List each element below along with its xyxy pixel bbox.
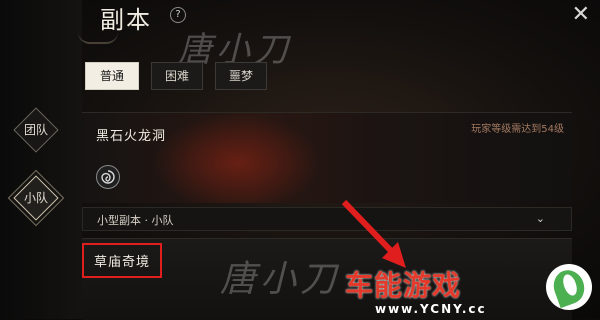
watermark-bottom: 唐小刀 (220, 259, 341, 300)
leaf-logo-icon (546, 264, 592, 310)
dungeon-card-blackrock[interactable]: 黑石火龙洞 玩家等级需达到54级 (82, 112, 572, 203)
side-tab-team[interactable]: 团队 (13, 107, 59, 153)
help-icon[interactable]: ? (170, 7, 186, 23)
dungeon-name: 黑石火龙洞 (96, 129, 167, 144)
close-icon[interactable]: ✕ (572, 2, 590, 27)
cloud-ornament (78, 32, 118, 44)
dungeon-name-highlighted: 草庙奇境 (82, 243, 163, 278)
side-tab-label: 团队 (23, 123, 48, 137)
tab-nightmare[interactable]: 噩梦 (215, 62, 267, 90)
side-tab-party[interactable]: 小队 (13, 175, 59, 221)
side-tab-label: 小队 (23, 191, 48, 205)
dropdown-label: 小型副本 · 小队 (97, 214, 174, 227)
dragon-artwork (152, 113, 322, 203)
tab-normal[interactable]: 普通 (85, 62, 139, 90)
logo-url: www.YCNY.cc (375, 302, 487, 316)
boss-spiral-icon (96, 165, 120, 189)
level-requirement: 玩家等级需达到54级 (471, 124, 564, 135)
logo-brand-text: 车能游戏 (345, 269, 462, 302)
chevron-down-icon: ⌄ (535, 212, 545, 225)
difficulty-tabs: 普通 困难 噩梦 (85, 62, 267, 90)
site-logo: 车能游戏 www.YCNY.cc (345, 258, 600, 319)
tab-hard[interactable]: 困难 (151, 62, 203, 90)
page-title: 副本 (100, 6, 152, 34)
left-sidebar (0, 0, 82, 319)
dungeon-type-dropdown[interactable]: 小型副本 · 小队 ⌄ (82, 207, 572, 231)
